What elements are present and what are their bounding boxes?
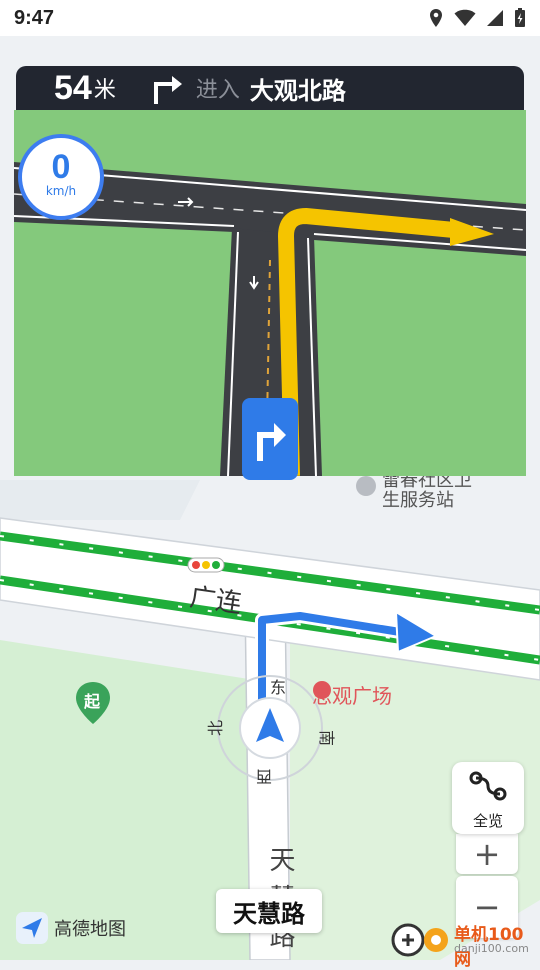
nav-action: 进入 (195, 78, 240, 103)
overview-button[interactable]: 全览 (452, 762, 524, 834)
status-time: 9:47 (14, 6, 55, 29)
watermark-logo-icon (391, 923, 448, 957)
watermark-url: danji100.com (454, 942, 529, 955)
nav-distance: 54 (54, 68, 92, 107)
turn-right-icon (257, 423, 286, 461)
status-icons (428, 8, 526, 28)
nav-road-name: 大观北路 (249, 76, 346, 105)
road-label-guanglian: 广连 (187, 582, 244, 620)
amap-logo: 高德地图 (16, 912, 126, 944)
navigation-instruction-panel[interactable]: 54 米 进入 大观北路 (16, 66, 524, 110)
status-bar: 9:47 (0, 0, 540, 36)
site-watermark: 单机100网 danji100.com (388, 918, 540, 970)
zoom-in-button[interactable]: + (456, 834, 518, 874)
wifi-icon (454, 9, 476, 27)
turn-direction-badge (242, 398, 298, 480)
compass-north: 北 (206, 719, 226, 737)
overview-label: 全览 (472, 812, 503, 830)
compass-west: 西 (256, 767, 273, 786)
speed-unit: km/h (45, 184, 77, 198)
speed-indicator: 0 km/h (18, 134, 104, 220)
location-icon (430, 9, 442, 27)
current-road-label: 天慧路 (216, 889, 322, 933)
compass-south: 南 (317, 729, 337, 747)
amap-logo-icon (16, 912, 48, 944)
poi-siguan-plaza[interactable]: 思观广场 (312, 680, 392, 709)
route-overview-icon (469, 771, 507, 801)
start-marker-label[interactable]: 起 (84, 688, 100, 712)
poi-service-station-line2: 生服务站 (382, 490, 454, 511)
compass-east: 东 (270, 678, 287, 697)
signal-icon (487, 10, 503, 26)
nav-distance-unit: 米 (93, 78, 116, 103)
turn-right-icon (153, 76, 182, 104)
amap-logo-text: 高德地图 (54, 919, 126, 940)
battery-charging-icon (515, 8, 525, 27)
speed-value: 0 (51, 148, 71, 186)
